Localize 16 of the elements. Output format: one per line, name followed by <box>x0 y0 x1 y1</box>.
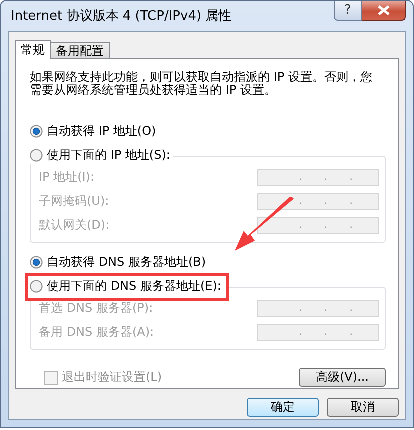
dialog-button[interactable]: 取消 <box>327 398 399 417</box>
field-label: IP 地址(I): <box>39 169 95 186</box>
tab[interactable]: 常规 <box>15 40 51 59</box>
close-button[interactable] <box>362 1 406 21</box>
dialog-button[interactable]: 确定 <box>247 398 319 417</box>
field-label: 首选 DNS 服务器(P): <box>39 300 154 317</box>
window-title: Internet 协议版本 4 (TCP/IPv4) 属性 <box>10 8 232 25</box>
radio-option[interactable]: 使用下面的 IP 地址(S): <box>30 147 174 164</box>
description-text: 如果网络支持此功能，则可以获取自动指派的 IP 设置。否则，您需要从网络系统管理员处获得适当的 IP 设置。 <box>30 71 374 97</box>
help-button[interactable]: ? <box>334 1 362 21</box>
field-label: 备用 DNS 服务器(A): <box>39 324 154 341</box>
advanced-button[interactable]: 高级(V)... <box>299 368 386 387</box>
close-icon <box>376 5 390 16</box>
tab[interactable]: 备用配置 <box>50 42 110 58</box>
field-label: 默认网关(D): <box>39 217 110 234</box>
field-label: 子网掩码(U): <box>39 193 110 210</box>
